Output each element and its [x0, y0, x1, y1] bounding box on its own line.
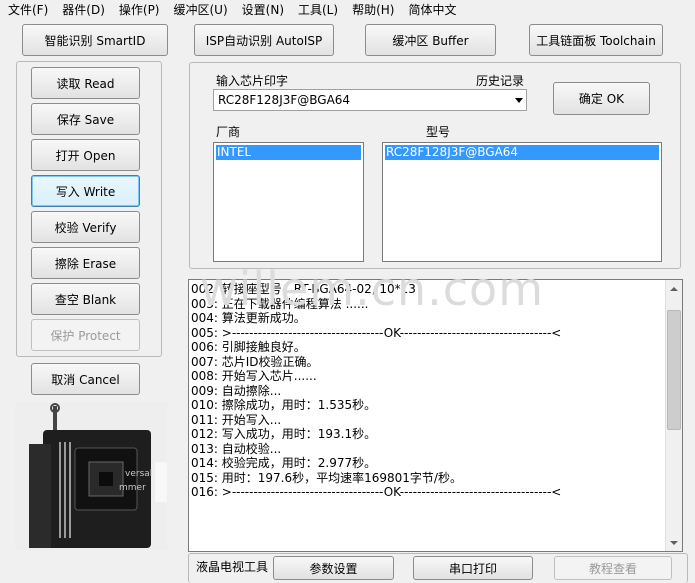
log-line: 013: 自动校验... [191, 441, 282, 456]
log-line: 008: 开始写入芯片...... [191, 369, 317, 383]
model-list[interactable]: RC28F128J3F@BGA64 [382, 142, 662, 262]
vendor-list-item[interactable]: INTEL [216, 145, 361, 160]
menu-tools[interactable]: 工具(L) [290, 0, 344, 20]
vendor-list[interactable]: INTEL [213, 142, 364, 262]
scroll-up-icon[interactable] [666, 280, 682, 297]
menu-language[interactable]: 简体中文 [400, 0, 462, 20]
log-line: 002: 转接座型号：RT-BGA64-02, 10*13 [191, 282, 416, 296]
dropdown-arrow-icon[interactable] [515, 98, 523, 103]
write-button[interactable]: 写入 Write [31, 175, 140, 207]
autoisp-button[interactable]: ISP自动识别 AutoISP [194, 24, 334, 56]
log-output[interactable]: 002: 转接座型号：RT-BGA64-02, 10*13 003: 正在下载器件… [188, 279, 683, 552]
log-line: 016: >----------------------------------… [191, 485, 562, 499]
log-line: 012: 写入成功，用时：193.1秒。 [191, 427, 377, 441]
buffer-button[interactable]: 缓冲区 Buffer [365, 24, 496, 56]
ok-button[interactable]: 确定 OK [553, 82, 650, 115]
model-label: 型号 [426, 125, 451, 139]
scroll-thumb[interactable] [667, 310, 681, 430]
log-lines: 002: 转接座型号：RT-BGA64-02, 10*13 003: 正在下载器件… [191, 282, 561, 500]
menu-help[interactable]: 帮助(H) [344, 0, 400, 20]
log-scrollbar[interactable] [665, 280, 682, 551]
log-line: 010: 擦除成功，用时：1.535秒。 [191, 398, 377, 412]
menu-operation[interactable]: 操作(P) [111, 0, 166, 20]
erase-button[interactable]: 擦除 Erase [31, 247, 140, 279]
cancel-button[interactable]: 取消 Cancel [31, 363, 140, 395]
vendor-label: 厂商 [216, 125, 241, 139]
tutorial-button[interactable]: 教程查看 [554, 556, 672, 580]
menu-settings[interactable]: 设置(N) [234, 0, 290, 20]
adapter-image: versal mmer [15, 402, 167, 550]
model-list-item[interactable]: RC28F128J3F@BGA64 [385, 145, 659, 160]
log-line: 015: 用时：197.6秒，平均速率169801字节/秒。 [191, 470, 462, 485]
adapter-photo: versal mmer [15, 402, 167, 550]
menu-bar: 文件(F) 器件(D) 操作(P) 缓冲区(U) 设置(N) 工具(L) 帮助(… [0, 0, 695, 20]
smartid-button[interactable]: 智能识别 SmartID [22, 24, 168, 56]
svg-text:versal: versal [125, 469, 152, 479]
log-line: 007: 芯片ID校验正确。 [191, 354, 319, 369]
protect-button[interactable]: 保护 Protect [31, 319, 140, 351]
log-line: 011: 开始写入... [191, 412, 282, 427]
chip-input-combo[interactable]: RC28F128J3F@BGA64 [213, 89, 527, 111]
log-line: 004: 算法更新成功。 [191, 311, 306, 325]
read-button[interactable]: 读取 Read [31, 67, 140, 99]
blank-button[interactable]: 查空 Blank [31, 283, 140, 315]
log-line: 009: 自动擦除... [191, 383, 282, 398]
toolchain-button[interactable]: 工具链面板 Toolchain [529, 24, 663, 56]
menu-file[interactable]: 文件(F) [0, 0, 54, 20]
save-button[interactable]: 保存 Save [31, 103, 140, 135]
menu-device[interactable]: 器件(D) [54, 0, 111, 20]
log-line: 014: 校验完成，用时：2.977秒。 [191, 456, 377, 470]
open-button[interactable]: 打开 Open [31, 139, 140, 171]
menu-buffer[interactable]: 缓冲区(U) [166, 0, 234, 20]
chip-input-label: 输入芯片印字 [216, 74, 289, 88]
params-button[interactable]: 参数设置 [273, 556, 394, 580]
serial-print-button[interactable]: 串口打印 [413, 556, 533, 580]
verify-button[interactable]: 校验 Verify [31, 211, 140, 243]
log-line: 005: >----------------------------------… [191, 325, 562, 340]
lcd-tools-label: 液晶电视工具 [196, 560, 269, 574]
svg-text:mmer: mmer [119, 483, 146, 493]
history-label: 历史记录 [476, 74, 525, 88]
log-line: 006: 引脚接触良好。 [191, 340, 306, 354]
scroll-down-icon[interactable] [666, 534, 682, 551]
log-line: 003: 正在下载器件编程算法 ...... [191, 296, 369, 311]
chip-input-value: RC28F128J3F@BGA64 [218, 93, 351, 107]
